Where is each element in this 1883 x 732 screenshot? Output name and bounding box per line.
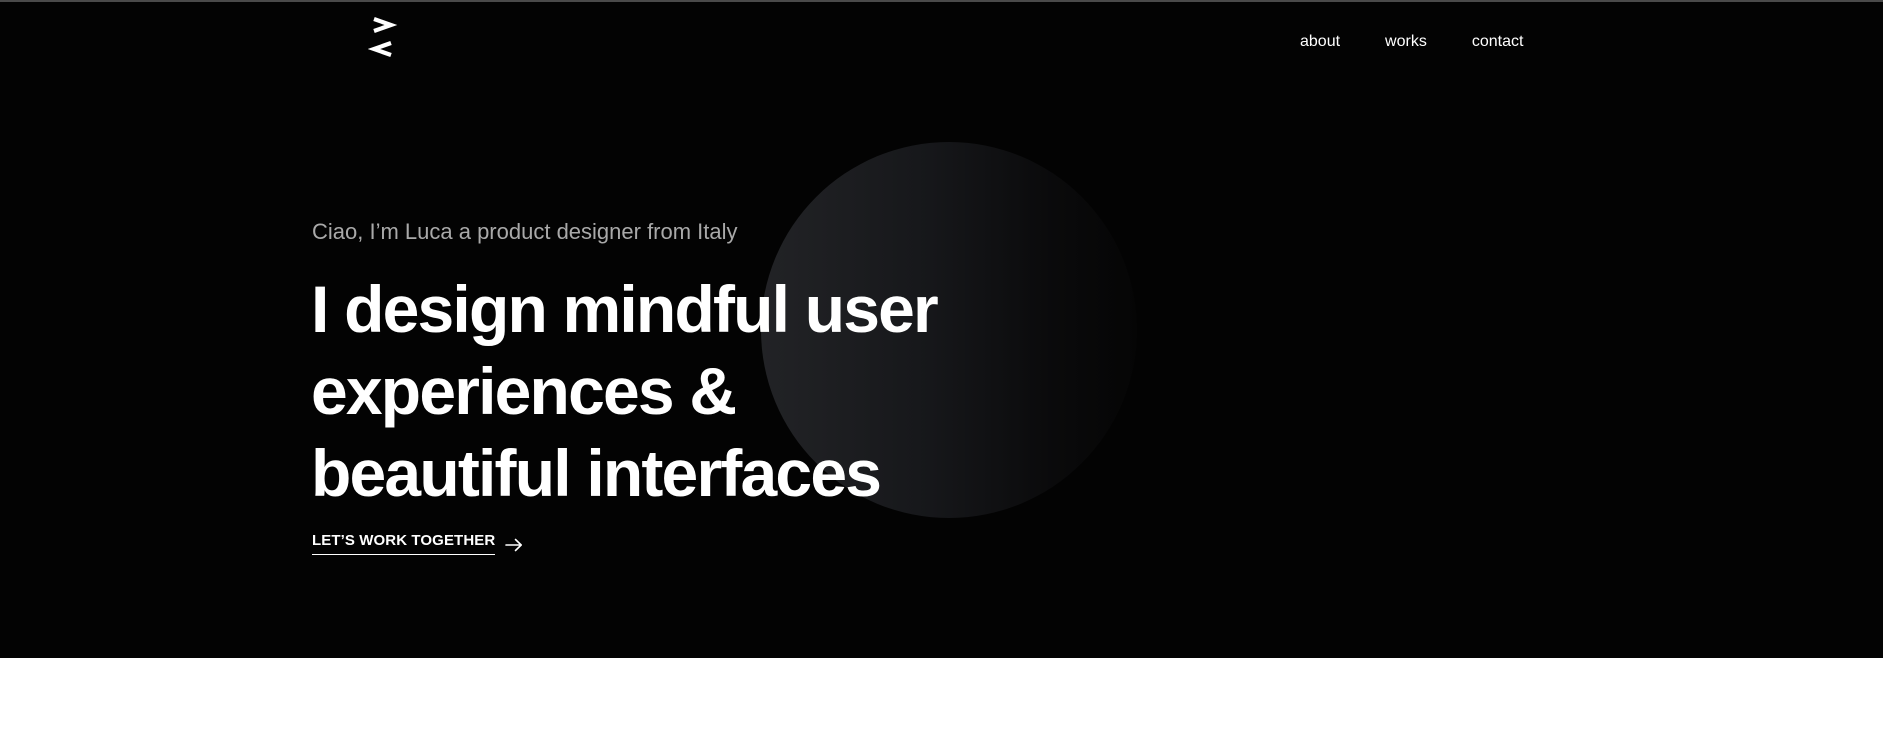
page: about works contact Ciao, I’m Luca a pro…	[0, 0, 1883, 732]
top-border	[0, 0, 1883, 2]
main-nav: about works contact	[1300, 32, 1523, 52]
hero-section: about works contact Ciao, I’m Luca a pro…	[0, 0, 1883, 658]
headline-line-3: beautiful interfaces	[311, 436, 882, 510]
arrow-right-icon	[505, 538, 523, 552]
headline-line-2: experiences &	[311, 354, 737, 428]
logo-link[interactable]	[368, 14, 398, 64]
nav-link-contact[interactable]: contact	[1472, 32, 1524, 52]
work-together-link[interactable]: LET’S WORK TOGETHER	[312, 531, 523, 555]
hero-headline: I design mindful user experiences & beau…	[311, 268, 939, 514]
cta-label: LET’S WORK TOGETHER	[312, 531, 496, 555]
chevron-logo-icon	[368, 17, 398, 57]
headline-line-1: I design mindful user	[311, 272, 939, 346]
nav-link-works[interactable]: works	[1385, 32, 1427, 52]
hero-greeting: Ciao, I’m Luca a product designer from I…	[312, 219, 738, 244]
nav-link-about[interactable]: about	[1300, 32, 1340, 52]
